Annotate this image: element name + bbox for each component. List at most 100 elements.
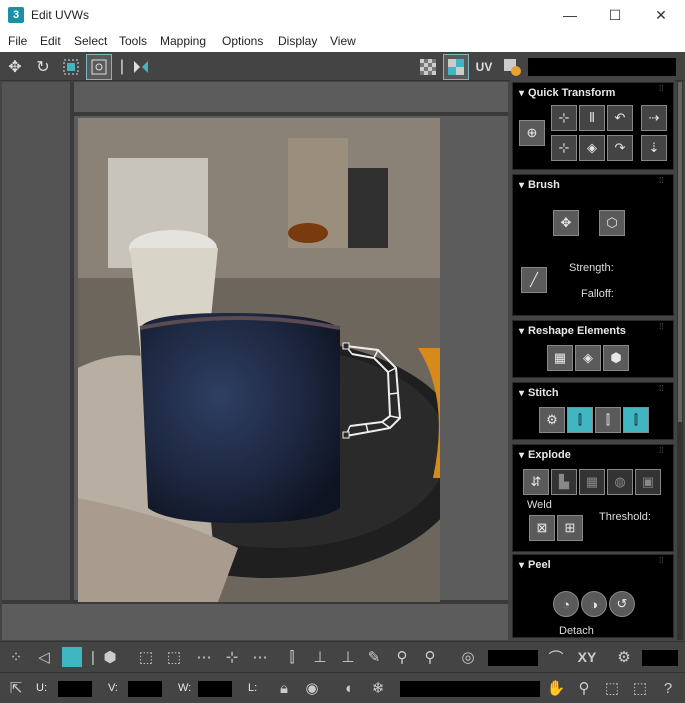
grip-icon[interactable]: ⁞⁞ xyxy=(659,323,667,333)
w-field[interactable] xyxy=(198,681,232,697)
unhide-icon[interactable]: ◖ xyxy=(336,676,360,700)
ring-shrink-icon[interactable]: ⊥ xyxy=(336,645,360,669)
ring-icon[interactable]: ⫿ xyxy=(280,645,304,669)
quick-transform-title[interactable]: Quick Transform xyxy=(519,87,615,99)
stitch-title[interactable]: Stitch xyxy=(519,387,559,399)
paint-move-icon[interactable]: ✥ xyxy=(553,210,579,236)
select-grow-icon[interactable]: ⬚ xyxy=(134,645,158,669)
texture-checker-icon[interactable] xyxy=(443,54,469,80)
unfold-icon[interactable]: ⬢ xyxy=(603,345,629,371)
ring-grow-icon[interactable]: ⊥ xyxy=(308,645,332,669)
vertex-mode-icon[interactable]: ⁘ xyxy=(4,645,28,669)
loop-grow-icon[interactable]: ⊹ xyxy=(220,645,244,669)
explode-title[interactable]: Explode xyxy=(519,449,571,461)
pan-icon[interactable]: ✋ xyxy=(544,676,568,700)
rotate-icon[interactable]: ↻ xyxy=(31,55,55,79)
selection-info-field[interactable] xyxy=(400,681,540,697)
coordinate-mode-icon[interactable]: ⇱ xyxy=(4,676,28,700)
grip-icon[interactable]: ⁞⁞ xyxy=(659,177,667,187)
relax-brush-icon[interactable]: ⬡ xyxy=(599,210,625,236)
space-vertical-icon[interactable]: ⦀ xyxy=(579,105,605,131)
lock-icon[interactable]: 🔒︎ xyxy=(272,676,296,700)
mirror-icon[interactable]: | xyxy=(115,55,129,79)
edge-mode-icon[interactable]: ◁ xyxy=(32,645,56,669)
flatten-icon[interactable]: ◍ xyxy=(607,469,633,495)
map-settings-icon[interactable] xyxy=(500,55,524,79)
falloff-curve-icon[interactable]: ⌒ xyxy=(544,645,568,669)
rotate-cw-icon[interactable]: ↷ xyxy=(607,135,633,161)
relax-icon[interactable]: ◈ xyxy=(575,345,601,371)
freeform-icon[interactable] xyxy=(86,54,112,80)
rotate-ccw-icon[interactable]: ↶ xyxy=(607,105,633,131)
align-horizontal-icon[interactable]: ⊹ xyxy=(551,105,577,131)
stitch-to-source-icon[interactable]: ⫿ xyxy=(567,407,593,433)
checker-icon[interactable] xyxy=(416,55,440,79)
edge-distance-field[interactable] xyxy=(642,650,678,666)
space-vertical-2-icon[interactable]: ⇣ xyxy=(641,135,667,161)
xy-space-button[interactable]: XY xyxy=(572,645,602,669)
maximize-button[interactable]: ☐ xyxy=(592,0,638,30)
grip-icon[interactable]: ⁞⁞ xyxy=(659,557,667,567)
menu-tools[interactable]: Tools xyxy=(119,34,147,48)
reset-peel-icon[interactable]: ↺ xyxy=(609,591,635,617)
menu-display[interactable]: Display xyxy=(278,34,317,48)
polygon-mode-icon[interactable] xyxy=(60,645,84,669)
hide-icon[interactable]: ◉ xyxy=(300,676,324,700)
straighten-icon[interactable]: ▦ xyxy=(547,345,573,371)
break-edges-icon[interactable]: ▙ xyxy=(551,469,577,495)
grip-icon[interactable]: ⁞⁞ xyxy=(659,85,667,95)
menu-file[interactable]: File xyxy=(8,34,27,48)
grip-icon[interactable]: ⁞⁞ xyxy=(659,385,667,395)
stitch-to-target-icon[interactable]: ⫿ xyxy=(623,407,649,433)
zoom-icon[interactable]: ⚲ xyxy=(572,676,596,700)
reshape-elements-title[interactable]: Reshape Elements xyxy=(519,325,626,337)
minimize-button[interactable]: — xyxy=(547,0,593,30)
edge-distance-icon[interactable]: ⚙ xyxy=(612,645,636,669)
texture-dropdown[interactable] xyxy=(528,58,676,76)
falloff-curve-icon[interactable]: ╱ xyxy=(521,267,547,293)
peel-title[interactable]: Peel xyxy=(519,559,551,571)
freeze-icon[interactable]: ❄ xyxy=(366,676,390,700)
stitch-average-icon[interactable]: ⫿ xyxy=(595,407,621,433)
v-field[interactable] xyxy=(128,681,162,697)
uv-toggle-button[interactable]: UV xyxy=(472,55,496,79)
paint-grow-icon[interactable]: ⚲ xyxy=(390,645,414,669)
transform-center-icon[interactable]: ⊕ xyxy=(519,120,545,146)
select-shrink-icon[interactable]: ⬚ xyxy=(162,645,186,669)
flatten-custom-icon[interactable]: ▣ xyxy=(635,469,661,495)
element-mode-icon[interactable]: ⬢ xyxy=(98,645,122,669)
weld-all-icon[interactable]: ⊞ xyxy=(557,515,583,541)
menu-view[interactable]: View xyxy=(330,34,356,48)
paint-select-icon[interactable]: ✎ xyxy=(362,645,386,669)
menu-select[interactable]: Select xyxy=(74,34,107,48)
paint-shrink-icon[interactable]: ⚲ xyxy=(418,645,442,669)
flip-icon[interactable] xyxy=(129,55,153,79)
help-icon[interactable]: ? xyxy=(656,676,680,700)
falloff-value-field[interactable] xyxy=(488,650,538,666)
align-to-edge-icon[interactable]: ◈ xyxy=(579,135,605,161)
peel-mode-icon[interactable]: ◑ xyxy=(581,591,607,617)
grip-icon[interactable]: ⁞⁞ xyxy=(659,447,667,457)
menu-edit[interactable]: Edit xyxy=(40,34,61,48)
quick-peel-icon[interactable]: ◔ xyxy=(553,591,579,617)
panel-scrollbar[interactable] xyxy=(677,80,683,640)
space-horizontal-icon[interactable]: ⇢ xyxy=(641,105,667,131)
uv-editor-viewport[interactable] xyxy=(2,82,508,640)
move-icon[interactable]: ✥ xyxy=(3,55,27,79)
stitch-custom-icon[interactable]: ⚙ xyxy=(539,407,565,433)
u-field[interactable] xyxy=(58,681,92,697)
flatten-by-icon[interactable]: ▦ xyxy=(579,469,605,495)
align-vertical-icon[interactable]: ⊹ xyxy=(551,135,577,161)
soft-selection-icon[interactable]: ◎ xyxy=(456,645,480,669)
menu-mapping[interactable]: Mapping xyxy=(160,34,206,48)
zoom-region-icon[interactable]: ⬚ xyxy=(600,676,624,700)
loop-icon[interactable]: ⋯ xyxy=(192,645,216,669)
menu-options[interactable]: Options xyxy=(222,34,263,48)
scale-icon[interactable] xyxy=(59,55,83,79)
loop-shrink-icon[interactable]: ⋯ xyxy=(248,645,272,669)
zoom-extents-icon[interactable]: ⬚ xyxy=(628,676,652,700)
brush-title[interactable]: Brush xyxy=(519,179,560,191)
weld-selected-icon[interactable]: ⊠ xyxy=(529,515,555,541)
close-button[interactable]: ✕ xyxy=(638,0,684,30)
break-icon[interactable]: ⇵ xyxy=(523,469,549,495)
